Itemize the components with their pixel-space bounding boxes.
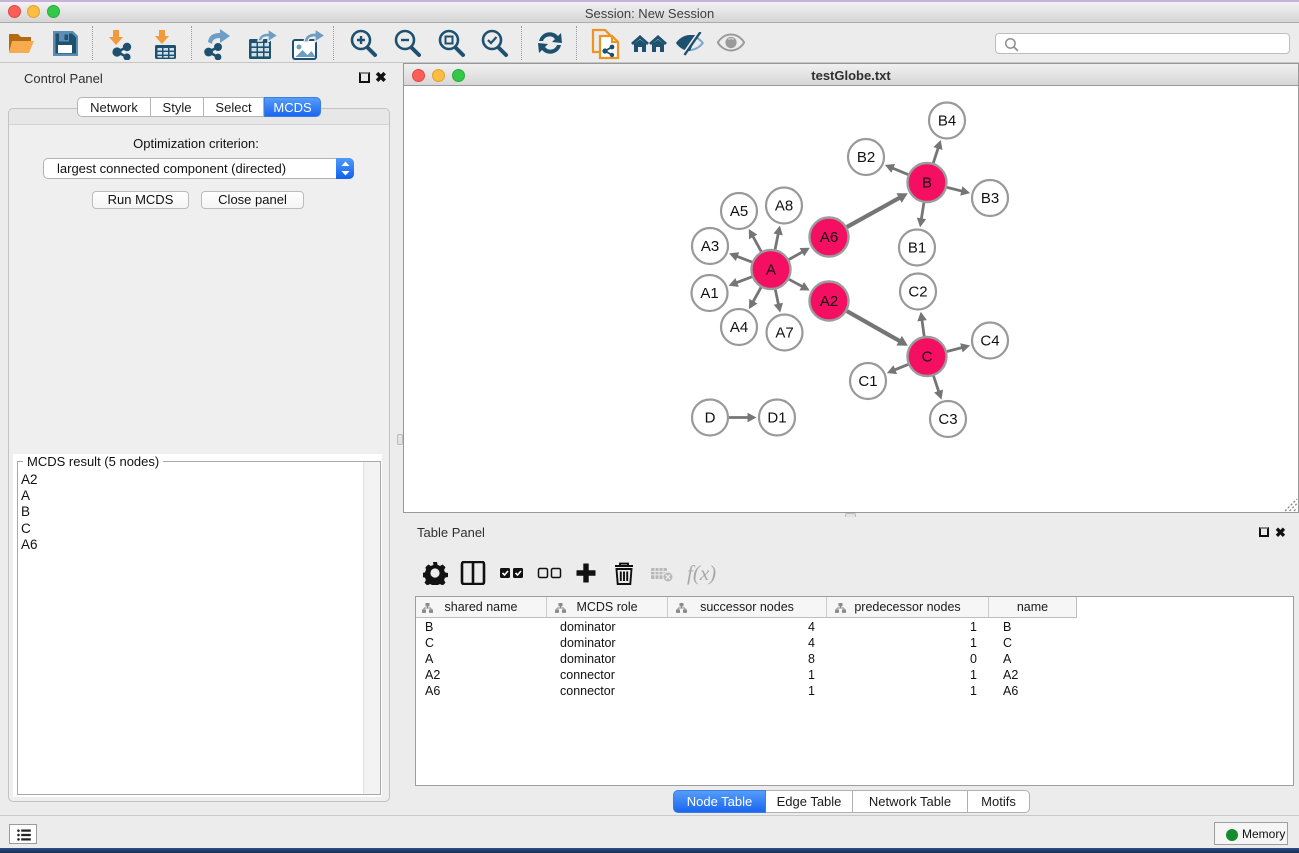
svg-text:C3: C3: [938, 411, 957, 428]
svg-text:A3: A3: [701, 238, 719, 255]
svg-text:A5: A5: [730, 203, 748, 220]
svg-text:B4: B4: [938, 113, 956, 130]
svg-text:C1: C1: [858, 373, 877, 390]
svg-text:D: D: [705, 410, 716, 427]
svg-text:D1: D1: [767, 410, 786, 427]
svg-text:B: B: [922, 175, 932, 192]
svg-text:C2: C2: [908, 284, 927, 301]
svg-text:A6: A6: [820, 229, 838, 246]
svg-text:C: C: [922, 349, 933, 366]
svg-text:A4: A4: [730, 319, 748, 336]
svg-text:A7: A7: [775, 325, 793, 342]
svg-text:A2: A2: [820, 293, 838, 310]
svg-text:A1: A1: [700, 285, 718, 302]
svg-text:B3: B3: [981, 190, 999, 207]
svg-text:B1: B1: [908, 240, 926, 257]
svg-text:A8: A8: [775, 198, 793, 215]
svg-text:B2: B2: [857, 149, 875, 166]
svg-text:f(x): f(x): [687, 561, 716, 585]
svg-text:A: A: [766, 262, 776, 279]
svg-text:C4: C4: [980, 333, 999, 350]
